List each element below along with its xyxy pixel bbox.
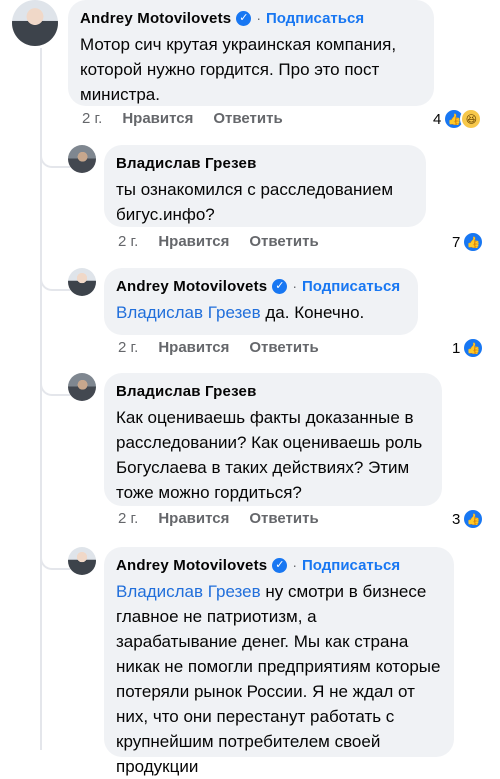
- mention-link[interactable]: Владислав Грезев: [116, 303, 261, 322]
- verified-icon: ✓: [272, 278, 288, 294]
- author-name[interactable]: Владислав Грезев: [116, 155, 257, 172]
- comment-bubble: Andrey Motovilovets ✓ · Подписаться Влад…: [104, 547, 454, 776]
- reply-connector: [40, 150, 70, 168]
- avatar[interactable]: [68, 547, 96, 575]
- like-icon: 👍: [462, 231, 485, 253]
- reaction-summary[interactable]: 1 👍: [452, 337, 485, 359]
- like-icon: 👍: [462, 337, 485, 359]
- comment-header: Владислав Грезев: [116, 381, 430, 401]
- comment-header: Владислав Грезев: [116, 153, 414, 173]
- comment-header: Andrey Motovilovets ✓ · Подписаться: [116, 276, 406, 296]
- comment-body: да. Конечно.: [265, 303, 365, 322]
- reply-connector: [40, 273, 70, 291]
- follow-button[interactable]: Подписаться: [266, 10, 364, 27]
- comment-actions: 2 г. Нравится Ответить: [118, 233, 319, 250]
- separator-dot: ·: [256, 10, 261, 26]
- avatar[interactable]: [68, 268, 96, 296]
- verified-icon: ✓: [272, 557, 288, 573]
- mention-link[interactable]: Владислав Грезев: [116, 582, 261, 601]
- author-name[interactable]: Andrey Motovilovets: [116, 557, 267, 574]
- author-name[interactable]: Andrey Motovilovets: [80, 10, 231, 27]
- reaction-summary[interactable]: 7 👍: [452, 231, 485, 253]
- like-button[interactable]: Нравится: [122, 110, 193, 127]
- comment-bubble: Andrey Motovilovets ✓ · Подписаться Мото…: [68, 0, 434, 106]
- comment-header: Andrey Motovilovets ✓ · Подписаться: [80, 8, 422, 28]
- reply-button[interactable]: Ответить: [213, 110, 282, 127]
- timestamp[interactable]: 2 г.: [82, 110, 102, 127]
- reaction-count: 4: [433, 110, 442, 128]
- follow-button[interactable]: Подписаться: [302, 557, 400, 574]
- comment-text: Мотор сич крутая украинская компания, ко…: [80, 35, 397, 104]
- reaction-summary[interactable]: 4 👍 😆: [433, 108, 483, 130]
- author-name[interactable]: Владислав Грезев: [116, 383, 257, 400]
- comment-text: ты ознакомился с расследованием бигус.ин…: [116, 180, 394, 224]
- timestamp[interactable]: 2 г.: [118, 510, 138, 527]
- comment-bubble: Владислав Грезев Как оцениваешь факты до…: [104, 373, 442, 506]
- comment-bubble: Andrey Motovilovets ✓ · Подписаться Влад…: [104, 268, 418, 335]
- separator-dot: ·: [292, 557, 297, 573]
- reply-button[interactable]: Ответить: [249, 339, 318, 356]
- like-icon: 👍: [462, 508, 485, 530]
- comment-text: Владислав Грезев ну смотри в бизнесе гла…: [116, 579, 442, 779]
- reply-connector: [40, 378, 70, 396]
- reaction-count: 7: [452, 233, 461, 251]
- follow-button[interactable]: Подписаться: [302, 278, 400, 295]
- reply-button[interactable]: Ответить: [249, 510, 318, 527]
- verified-icon: ✓: [236, 10, 252, 26]
- comment-text: Владислав Грезев да. Конечно.: [116, 300, 406, 325]
- timestamp[interactable]: 2 г.: [118, 339, 138, 356]
- reply-button[interactable]: Ответить: [249, 233, 318, 250]
- reaction-count: 1: [452, 339, 461, 357]
- avatar[interactable]: [68, 373, 96, 401]
- avatar[interactable]: [68, 145, 96, 173]
- comment-actions: 2 г. Нравится Ответить: [118, 339, 319, 356]
- like-button[interactable]: Нравится: [158, 233, 229, 250]
- reaction-summary[interactable]: 3 👍: [452, 508, 485, 530]
- comment-text: Как оцениваешь факты доказанные в рассле…: [116, 408, 423, 502]
- comment-body: ну смотри в бизнесе главное не патриотиз…: [116, 582, 441, 776]
- haha-icon: 😆: [460, 108, 483, 130]
- separator-dot: ·: [292, 278, 297, 294]
- author-name[interactable]: Andrey Motovilovets: [116, 278, 267, 295]
- reply-connector: [40, 552, 70, 570]
- reaction-count: 3: [452, 510, 461, 528]
- comment-bubble: Владислав Грезев ты ознакомился с рассле…: [104, 145, 426, 227]
- like-button[interactable]: Нравится: [158, 510, 229, 527]
- comment-actions: 2 г. Нравится Ответить: [82, 110, 283, 127]
- avatar[interactable]: [12, 0, 58, 46]
- timestamp[interactable]: 2 г.: [118, 233, 138, 250]
- comment-header: Andrey Motovilovets ✓ · Подписаться: [116, 555, 442, 575]
- comment-actions: 2 г. Нравится Ответить: [118, 510, 319, 527]
- like-button[interactable]: Нравится: [158, 339, 229, 356]
